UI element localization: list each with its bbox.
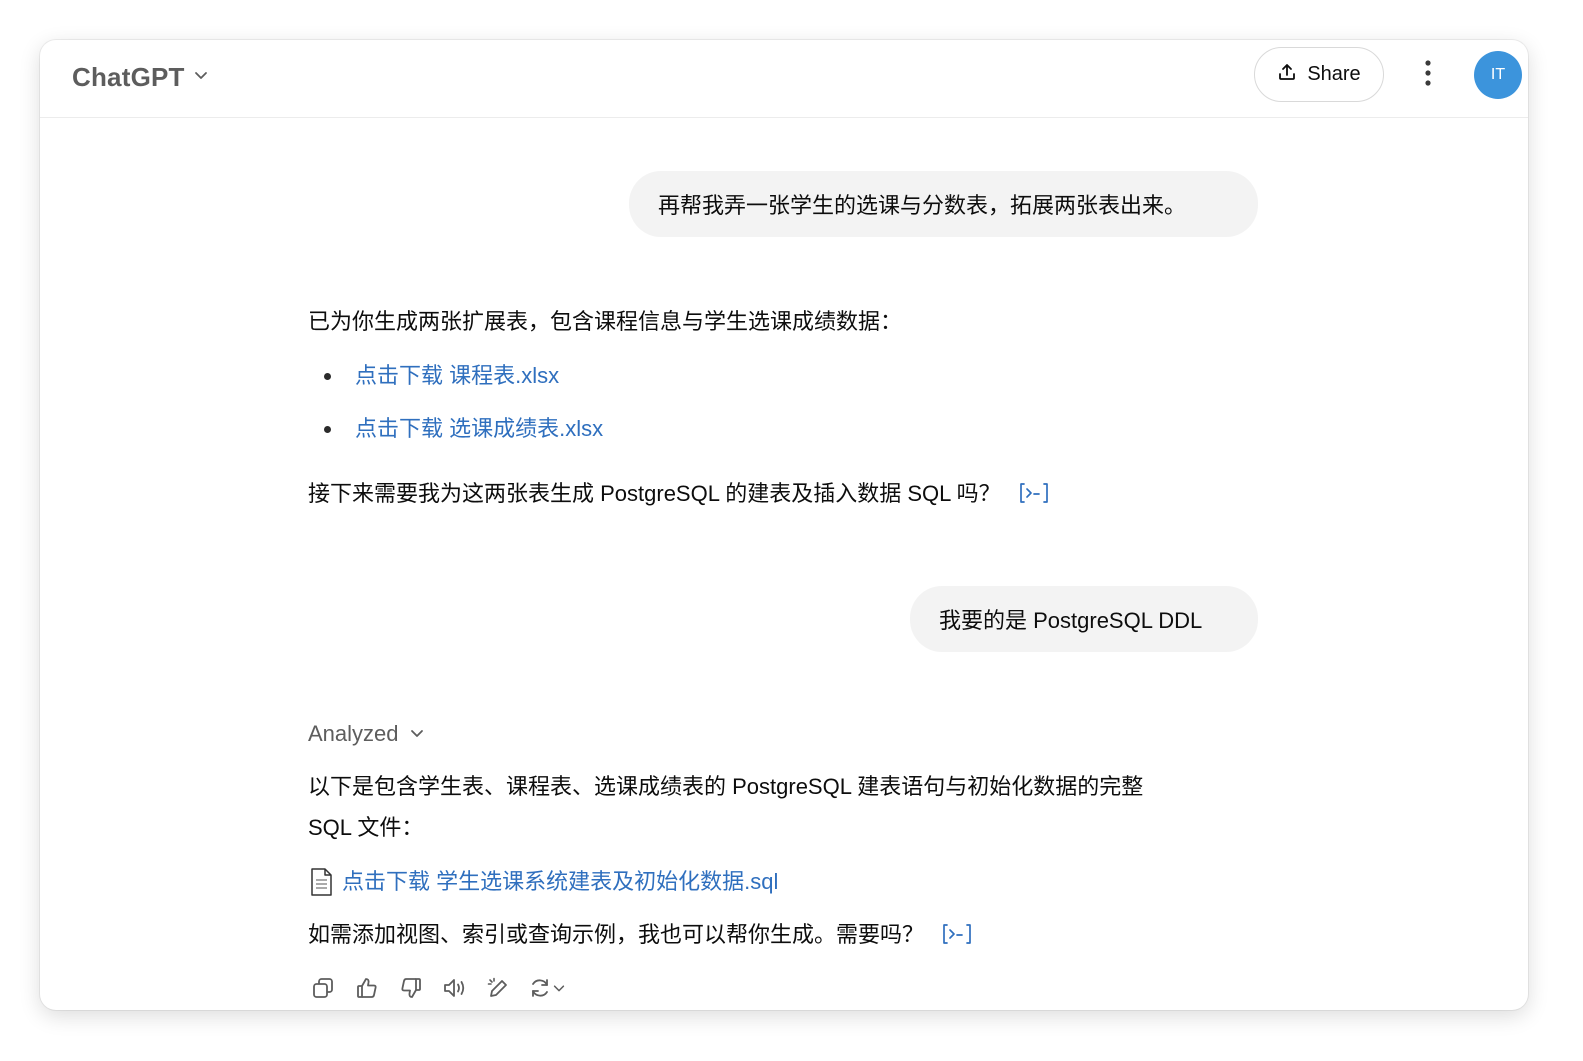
list-bullet [324, 426, 331, 433]
share-icon [1277, 62, 1297, 88]
model-selector[interactable]: ChatGPT [72, 58, 209, 96]
chevron-down-icon [409, 719, 425, 749]
read-aloud-icon [442, 976, 468, 1005]
user-message-bubble: 再帮我弄一张学生的选课与分数表，拓展两张表出来。 [629, 171, 1258, 237]
assistant-message-intro-line2: SQL 文件： [308, 815, 424, 840]
citation-icon[interactable] [942, 923, 972, 953]
download-link-course-table[interactable]: 点击下载 课程表.xlsx [355, 361, 559, 391]
thumbs-up-icon [355, 976, 379, 1005]
more-vertical-icon [1424, 59, 1432, 92]
chat-window: ChatGPT Share IT 再帮我弄一张学生的选课与分数表，拓展两张表出来… [40, 40, 1528, 1010]
assistant-message-followup: 接下来需要我为这两张表生成 PostgreSQL 的建表及插入数据 SQL 吗？ [308, 479, 1049, 512]
edit-icon [486, 976, 512, 1005]
assistant-message-followup: 如需添加视图、索引或查询示例，我也可以帮你生成。需要吗？ [308, 920, 972, 953]
user-message-bubble: 我要的是 PostgreSQL DDL [910, 586, 1258, 652]
thumbs-down-icon [399, 976, 423, 1005]
chevron-down-icon [552, 981, 566, 1000]
regenerate-icon [528, 976, 552, 1005]
good-response-button[interactable] [352, 975, 382, 1005]
more-options-button[interactable] [1410, 54, 1446, 96]
assistant-message-intro-line1: 以下是包含学生表、课程表、选课成绩表的 PostgreSQL 建表语句与初始化数… [308, 774, 1144, 799]
list-bullet [324, 373, 331, 380]
followup-text: 接下来需要我为这两张表生成 PostgreSQL 的建表及插入数据 SQL 吗？ [308, 481, 1001, 506]
share-button[interactable]: Share [1254, 47, 1384, 102]
file-icon [308, 867, 334, 902]
copy-button[interactable] [308, 975, 338, 1005]
followup-text: 如需添加视图、索引或查询示例，我也可以帮你生成。需要吗？ [308, 922, 925, 947]
bad-response-button[interactable] [396, 975, 426, 1005]
read-aloud-button[interactable] [440, 975, 470, 1005]
user-message-text: 再帮我弄一张学生的选课与分数表，拓展两张表出来。 [658, 193, 1187, 218]
edit-canvas-button[interactable] [484, 975, 514, 1005]
analyzed-toggle[interactable]: Analyzed [308, 719, 425, 749]
model-name: ChatGPT [72, 61, 185, 92]
share-label: Share [1307, 63, 1361, 85]
top-bar: ChatGPT Share IT [40, 40, 1528, 118]
download-link-sql-file[interactable]: 点击下载 学生选课系统建表及初始化数据.sql [342, 867, 778, 897]
avatar[interactable]: IT [1474, 51, 1522, 99]
copy-icon [311, 976, 335, 1005]
regenerate-button[interactable] [528, 975, 578, 1005]
chevron-down-icon [193, 67, 209, 88]
assistant-message-intro: 已为你生成两张扩展表，包含课程信息与学生选课成绩数据： [308, 309, 903, 334]
user-message-text: 我要的是 PostgreSQL DDL [939, 608, 1203, 633]
download-link-enrollment-table[interactable]: 点击下载 选课成绩表.xlsx [355, 414, 603, 444]
citation-icon[interactable] [1019, 482, 1049, 512]
analyzed-label: Analyzed [308, 721, 399, 746]
